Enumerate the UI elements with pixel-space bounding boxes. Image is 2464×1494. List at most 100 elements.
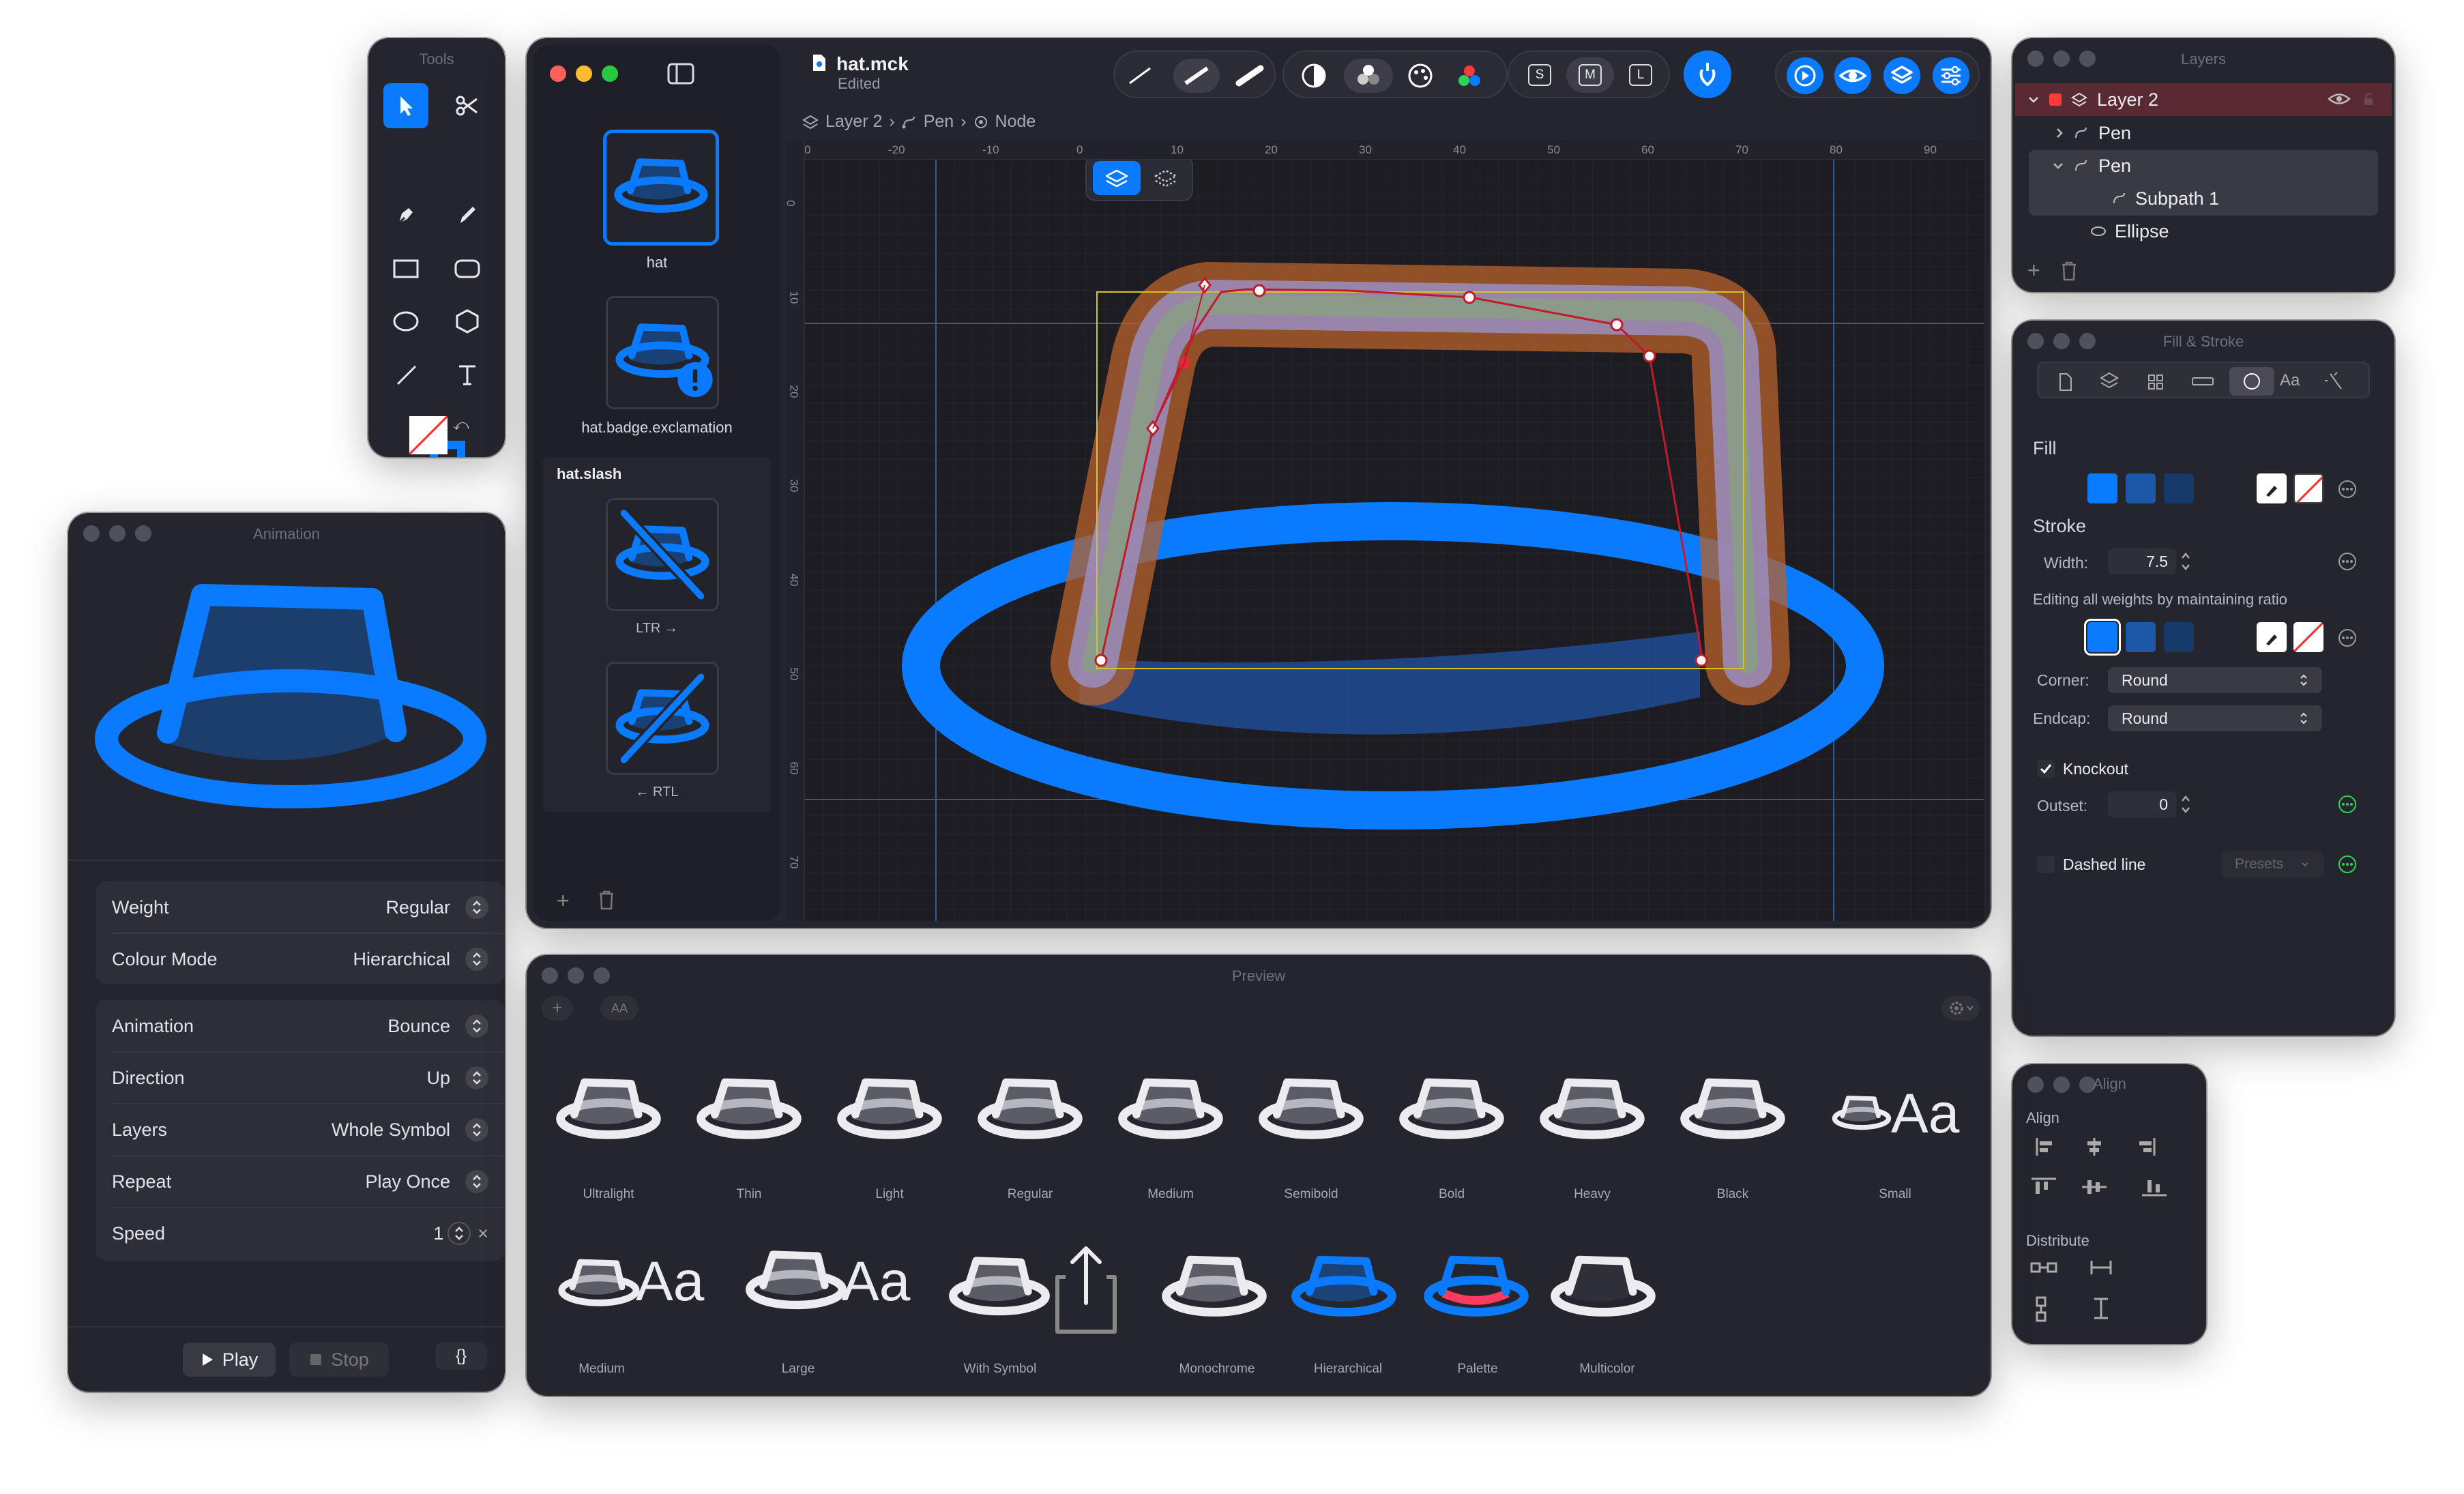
ruler-x-tick: 50 xyxy=(1547,143,1560,156)
animation-row[interactable]: Animation Bounce xyxy=(96,1000,505,1052)
select-tool[interactable] xyxy=(383,83,428,128)
corner-select[interactable]: Round xyxy=(2108,667,2322,693)
ellipse-tool[interactable] xyxy=(383,299,428,344)
add-layer-icon[interactable]: + xyxy=(2027,258,2040,283)
width-field[interactable]: 7.5 xyxy=(2108,548,2176,574)
stroke-color-2[interactable] xyxy=(2126,622,2156,652)
align-buttons-icons[interactable] xyxy=(2029,1135,2192,1210)
text-size-button[interactable]: AA xyxy=(600,996,639,1021)
speed-field[interactable]: 1 xyxy=(433,1223,443,1244)
sidebar-toggle-icon[interactable] xyxy=(667,63,694,85)
stroke-weight-segment[interactable] xyxy=(1113,50,1276,98)
scissors-tool[interactable] xyxy=(445,83,490,128)
export-button[interactable] xyxy=(1684,50,1731,98)
weight-row[interactable]: Weight Regular xyxy=(96,881,505,933)
fill-swatch-none[interactable] xyxy=(409,416,448,454)
repeat-row[interactable]: Repeat Play Once xyxy=(96,1156,505,1207)
scale-small[interactable]: S xyxy=(1528,64,1551,86)
speed-stepper[interactable] xyxy=(448,1222,471,1245)
chevron-down-icon[interactable] xyxy=(2027,95,2040,104)
stroke-eyedropper[interactable] xyxy=(2257,622,2287,652)
rounded-rectangle-tool[interactable] xyxy=(445,246,490,291)
label-black: Black xyxy=(1716,1187,1749,1201)
width-stepper[interactable] xyxy=(2179,550,2192,573)
trash-icon[interactable] xyxy=(2060,261,2078,281)
pencil-tool[interactable] xyxy=(445,192,490,237)
canvas[interactable] xyxy=(786,141,1984,921)
fill-none-swatch[interactable] xyxy=(2293,473,2323,503)
breadcrumb-pen[interactable]: Pen xyxy=(924,112,954,132)
chevron-down-icon[interactable] xyxy=(2052,161,2064,171)
scale-medium[interactable]: M xyxy=(1579,64,1602,86)
hat-slash-ltr[interactable] xyxy=(606,498,719,611)
swap-colors-icon[interactable]: ⤺ xyxy=(453,416,469,434)
label-multicolor: Multicolor xyxy=(1579,1362,1635,1376)
chevron-updown-icon[interactable] xyxy=(465,896,488,919)
line-tool[interactable] xyxy=(383,352,428,397)
stroke-none-swatch[interactable] xyxy=(2293,622,2323,652)
outset-field[interactable]: 0 xyxy=(2108,791,2176,817)
add-preview-button[interactable]: + xyxy=(542,996,573,1021)
rectangle-tool[interactable] xyxy=(383,246,428,291)
chevron-updown-icon[interactable] xyxy=(465,948,488,971)
chevron-updown-icon[interactable] xyxy=(465,1014,488,1038)
play-button[interactable]: Play xyxy=(183,1343,276,1377)
fill-stroke-swatches[interactable]: ⤺ xyxy=(396,413,484,457)
breadcrumb-node[interactable]: Node xyxy=(995,112,1036,132)
text-tool[interactable] xyxy=(445,352,490,397)
add-symbol-icon[interactable]: + xyxy=(557,888,570,913)
scale-segment[interactable]: S M L xyxy=(1508,50,1670,98)
endcap-select[interactable]: Round xyxy=(2108,705,2322,731)
rtl-label: ← RTL xyxy=(635,785,679,800)
text-t-icon xyxy=(459,365,475,385)
inspector-tabs[interactable]: Aa xyxy=(2037,362,2370,398)
fill-color-3[interactable] xyxy=(2164,473,2194,503)
layer-row-subpath-1[interactable]: Subpath 1 xyxy=(2112,183,2219,214)
scale-large[interactable]: L xyxy=(1629,64,1652,86)
layer-row-pen[interactable]: Pen xyxy=(2055,117,2131,149)
typography-tab[interactable]: Aa xyxy=(2280,371,2300,390)
more-options-icon[interactable] xyxy=(2337,794,2358,815)
layer-row-layer-2[interactable]: Layer 2 xyxy=(2015,83,2392,116)
eye-icon[interactable] xyxy=(2328,91,2351,106)
lock-icon[interactable] xyxy=(2363,91,2374,106)
layers-row[interactable]: Layers Whole Symbol xyxy=(96,1104,505,1156)
stroke-color-1[interactable] xyxy=(2084,619,2121,656)
outset-stepper[interactable] xyxy=(2179,793,2192,816)
presets-select[interactable]: Presets xyxy=(2221,851,2323,877)
render-mode-segment[interactable] xyxy=(1282,50,1508,98)
preview-settings-button[interactable] xyxy=(1941,996,1980,1021)
trash-icon[interactable] xyxy=(598,890,615,910)
fill-color-1[interactable] xyxy=(2087,473,2117,503)
stop-button[interactable]: Stop xyxy=(289,1343,389,1377)
breadcrumb-layer[interactable]: Layer 2 xyxy=(825,112,882,132)
stroke-color-3[interactable] xyxy=(2164,622,2194,652)
knockout-checkbox[interactable] xyxy=(2037,760,2055,778)
hat-slash-rtl[interactable] xyxy=(606,662,719,775)
label-palette: Palette xyxy=(1457,1362,1498,1376)
more-options-icon[interactable] xyxy=(2337,479,2358,499)
view-controls-segment[interactable] xyxy=(1775,50,1980,98)
distribute-buttons-icons[interactable] xyxy=(2029,1258,2165,1326)
polygon-tool[interactable] xyxy=(445,299,490,344)
fill-color-2[interactable] xyxy=(2126,473,2156,503)
symbol-group-hat-slash[interactable]: hat.slash LTR → ← RTL xyxy=(543,457,771,812)
more-options-icon[interactable] xyxy=(2337,854,2358,875)
chevron-updown-icon[interactable] xyxy=(465,1118,488,1141)
pen-tool[interactable] xyxy=(383,192,428,237)
symbol-item-hat[interactable] xyxy=(603,130,719,246)
chevron-updown-icon[interactable] xyxy=(465,1066,488,1089)
dashed-line-checkbox[interactable] xyxy=(2037,855,2055,873)
symbol-label-hat-badge-exclamation: hat.badge.exclamation xyxy=(581,419,733,436)
colour-mode-row[interactable]: Colour Mode Hierarchical xyxy=(96,933,505,985)
code-button[interactable]: {} xyxy=(435,1343,487,1370)
direction-row[interactable]: Direction Up xyxy=(96,1052,505,1104)
chevron-right-icon[interactable] xyxy=(2055,127,2064,139)
chevron-updown-icon[interactable] xyxy=(465,1170,488,1193)
symbol-item-hat-badge-exclamation[interactable] xyxy=(606,296,719,409)
layer-row-ellipse[interactable]: Ellipse xyxy=(2090,216,2169,247)
hat-ultralight xyxy=(554,1071,663,1146)
fill-eyedropper[interactable] xyxy=(2257,473,2287,503)
more-options-icon[interactable] xyxy=(2337,551,2358,572)
more-options-icon[interactable] xyxy=(2337,628,2358,648)
